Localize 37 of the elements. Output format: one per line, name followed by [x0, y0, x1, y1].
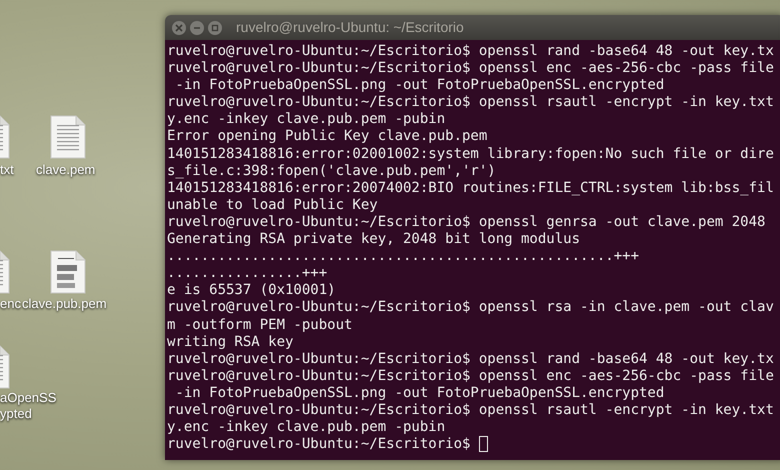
close-icon [175, 24, 183, 32]
terminal-line: y.enc -inkey clave.pub.pem -pubin [167, 419, 446, 436]
terminal-line: 140151283418816:error:02001002:system library:fopen:No such file or dire [167, 146, 774, 163]
terminal-line: ruvelro@ruvelro-Ubuntu:~/Escritorio$ openssl rand -base64 48 -out key.tx [167, 43, 774, 60]
terminal-line: unable to load Public Key [167, 196, 378, 214]
terminal-line: -in FotoPruebaOpenSSL.png -out FotoPruebaOpenSSL.encrypted [174, 77, 664, 94]
terminal-line: y.enc -inkey clave.pub.pem -pubin [167, 111, 446, 128]
terminal-line: ................+++ [167, 265, 328, 282]
terminal-line: ruvelro@ruvelro-Ubuntu:~/Escritorio$ openssl genrsa -out clave.pem 2048 [167, 214, 766, 232]
terminal-line: ruvelro@ruvelro-Ubuntu:~/Escritorio$ openssl enc -aes-256-cbc -pass file [167, 60, 774, 78]
terminal-line: ruvelro@ruvelro-Ubuntu:~/Escritorio$ openssl rand -base64 48 -out key.tx [167, 350, 774, 368]
file-label[interactable]: clave.pem [36, 162, 96, 178]
terminal-line: -in FotoPruebaOpenSSL.png -out FotoPruebaOpenSSL.encrypted [174, 384, 664, 402]
file-label[interactable]: enc [0, 296, 21, 312]
file-label[interactable]: txt [0, 162, 14, 178]
file-label[interactable]: clave.pub.pem [22, 296, 107, 312]
maximize-icon [211, 24, 219, 32]
minimize-button[interactable] [190, 20, 204, 34]
maximize-button[interactable] [208, 20, 222, 34]
terminal-line: ruvelro@ruvelro-Ubuntu:~/Escritorio$ openssl rsa -in clave.pem -out clav [167, 299, 774, 316]
terminal-line: s_file.c:398:fopen('clave.pub.pem','r') [167, 162, 496, 180]
terminal-line: m -outform PEM -pubout [167, 316, 352, 334]
file-label[interactable]: aOpenSS ypted [0, 390, 56, 422]
text-file-icon[interactable] [50, 115, 86, 159]
terminal-line: ruvelro@ruvelro-Ubuntu:~/Escritorio$ openssl rsautl -encrypt -in key.txt [167, 402, 774, 420]
close-button[interactable] [172, 20, 186, 34]
terminal-line: .....................................................+++ [167, 248, 640, 266]
window-title: ruvelro@ruvelro-Ubuntu: ~/Escritorio [236, 18, 464, 37]
certificate-file-icon[interactable] [50, 250, 86, 294]
terminal-line: writing RSA key [167, 334, 294, 351]
terminal-line: ruvelro@ruvelro-Ubuntu:~/Escritorio$ openssl rsautl -encrypt -in key.txt [167, 94, 774, 112]
terminal-line: ruvelro@ruvelro-Ubuntu:~/Escritorio$ [167, 436, 472, 454]
terminal-line: ruvelro@ruvelro-Ubuntu:~/Escritorio$ openssl enc -aes-256-cbc -pass file [167, 368, 774, 385]
terminal-line: e is 65537 (0x10001) [167, 282, 336, 300]
terminal-line: Generating RSA private key, 2048 bit long modulus [167, 231, 580, 248]
terminal-line: 140151283418816:error:20074002:BIO routines:FILE_CTRL:system lib:bss_fil [167, 180, 774, 197]
terminal-line: Error opening Public Key clave.pub.pem [167, 128, 488, 146]
